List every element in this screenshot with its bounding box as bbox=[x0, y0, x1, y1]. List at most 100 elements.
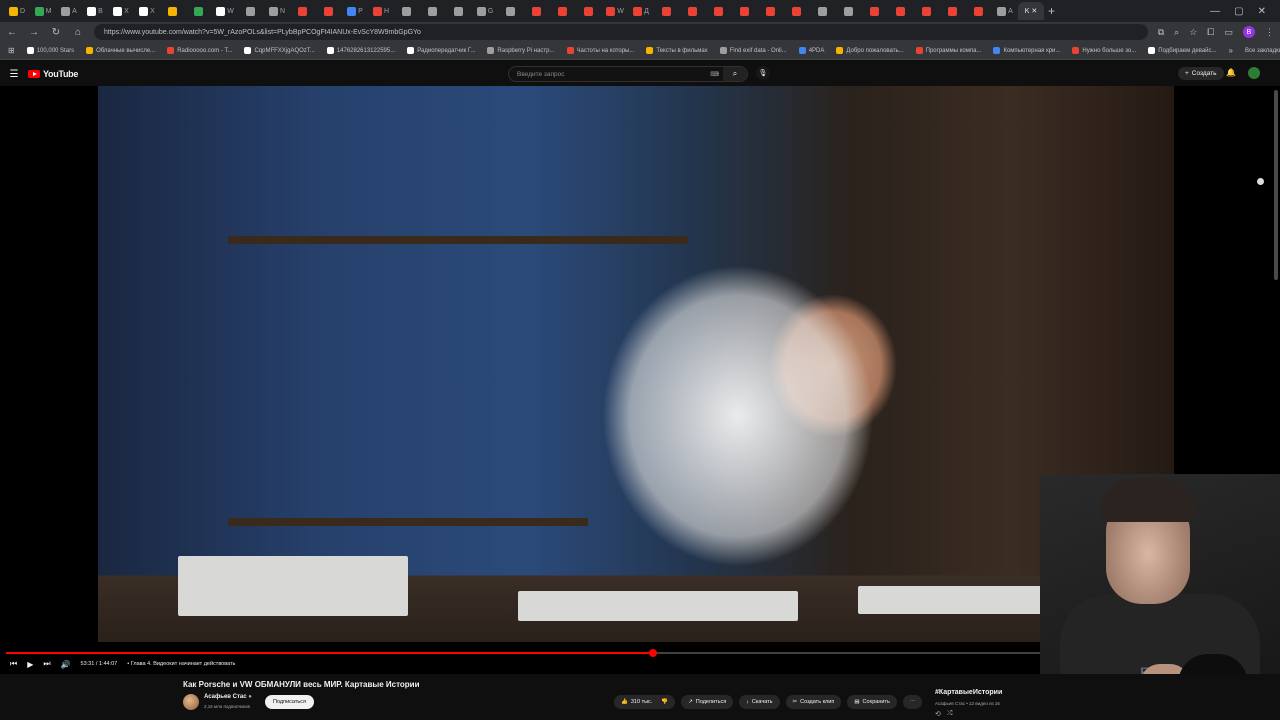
browser-tab[interactable] bbox=[940, 2, 966, 20]
browser-tab[interactable]: W bbox=[212, 2, 238, 20]
all-bookmarks[interactable]: Все закладки bbox=[1245, 48, 1280, 54]
notifications-bell-icon[interactable]: 🔔 bbox=[1226, 68, 1236, 77]
browser-tab-active[interactable]: K ✕ bbox=[1018, 2, 1044, 20]
search-box[interactable]: Введите запрос ⌨ ⌕ bbox=[508, 66, 748, 82]
browser-tab[interactable]: G bbox=[472, 2, 498, 20]
browser-tab[interactable]: X bbox=[134, 2, 160, 20]
shuffle-icon[interactable]: ⤮ bbox=[947, 710, 953, 718]
thumbs-down-icon[interactable]: 👎 bbox=[661, 699, 668, 705]
download-button[interactable]: ↓ Скачать bbox=[739, 695, 780, 709]
share-button[interactable]: ↗ Поделиться bbox=[681, 695, 734, 709]
browser-tab[interactable] bbox=[524, 2, 550, 20]
browser-tab[interactable]: W bbox=[602, 2, 628, 20]
chapter-title[interactable]: • Глава 4. Видеокит начинает действовать bbox=[127, 661, 235, 667]
bookmark-item[interactable]: 1476282613122595... bbox=[326, 47, 395, 54]
search-input[interactable]: Введите запрос bbox=[517, 71, 565, 78]
browser-tab[interactable] bbox=[498, 2, 524, 20]
play-icon[interactable]: ▶ bbox=[27, 660, 33, 669]
bookmark-item[interactable]: Radiooooo.com - T... bbox=[167, 47, 232, 54]
browser-tab[interactable]: P bbox=[342, 2, 368, 20]
bookmark-item[interactable]: Компьютерная кри... bbox=[993, 47, 1060, 54]
more-bookmarks-icon[interactable]: » bbox=[1229, 46, 1233, 55]
bookmark-item[interactable]: Программы компа... bbox=[915, 47, 981, 54]
more-button[interactable]: ⋯ bbox=[902, 695, 923, 709]
subscribe-button[interactable]: Подписаться bbox=[265, 695, 314, 709]
bookmark-star-icon[interactable]: ☆ bbox=[1189, 27, 1197, 38]
clip-button[interactable]: ✂ Создать клип bbox=[785, 695, 842, 709]
bookmark-item[interactable]: Find exif data - Onli... bbox=[719, 47, 787, 54]
home-icon[interactable]: ⌂ bbox=[72, 27, 84, 38]
save-button[interactable]: ▤ Сохранить bbox=[847, 695, 897, 709]
browser-tab[interactable]: Д bbox=[628, 2, 654, 20]
bookmark-item[interactable]: Нужно больше зо... bbox=[1072, 47, 1136, 54]
browser-tab[interactable] bbox=[732, 2, 758, 20]
browser-tab[interactable] bbox=[550, 2, 576, 20]
browser-tab[interactable] bbox=[784, 2, 810, 20]
new-tab-icon[interactable]: + bbox=[1048, 4, 1055, 18]
playlist-hashtag[interactable]: #КартавыеИстории bbox=[935, 689, 1002, 696]
bookmark-item[interactable]: 4PDA bbox=[798, 47, 824, 54]
browser-tab[interactable]: A bbox=[992, 2, 1018, 20]
browser-tab[interactable] bbox=[576, 2, 602, 20]
browser-tab[interactable] bbox=[160, 2, 186, 20]
browser-tab[interactable]: M bbox=[30, 2, 56, 20]
youtube-logo[interactable]: YouTube bbox=[28, 69, 78, 79]
channel-name[interactable]: Асафьев Стас ● bbox=[204, 694, 252, 700]
back-icon[interactable]: ← bbox=[6, 27, 18, 38]
browser-tab[interactable]: N bbox=[264, 2, 290, 20]
browser-tab[interactable] bbox=[446, 2, 472, 20]
browser-tab[interactable] bbox=[888, 2, 914, 20]
account-avatar[interactable] bbox=[1248, 67, 1260, 79]
loop-icon[interactable]: ⟲ bbox=[935, 710, 941, 718]
browser-tab[interactable] bbox=[680, 2, 706, 20]
apps-grid-icon[interactable]: ⊞ bbox=[8, 46, 15, 55]
bookmark-item[interactable]: Тексты в фильмах bbox=[646, 47, 708, 54]
reload-icon[interactable]: ↻ bbox=[50, 27, 62, 38]
extensions-icon[interactable]: ⧠ bbox=[1207, 27, 1214, 38]
browser-tab[interactable]: A bbox=[56, 2, 82, 20]
browser-tab[interactable]: H bbox=[368, 2, 394, 20]
volume-icon[interactable]: 🔊 bbox=[61, 660, 71, 669]
browser-tab[interactable] bbox=[758, 2, 784, 20]
browser-tab[interactable]: B bbox=[82, 2, 108, 20]
browser-tab[interactable] bbox=[654, 2, 680, 20]
bookmark-item[interactable]: Raspberry Pi настр... bbox=[487, 47, 555, 54]
bookmark-item[interactable]: 100,000 Stars bbox=[26, 47, 74, 54]
maximize-icon[interactable]: ▢ bbox=[1234, 6, 1243, 17]
previous-icon[interactable]: ⏮ bbox=[10, 659, 17, 669]
bookmark-item[interactable]: CqpMFFXXjgAQOzT... bbox=[244, 47, 315, 54]
browser-tab[interactable] bbox=[914, 2, 940, 20]
like-button[interactable]: 👍 310 тыс. 👎 bbox=[614, 695, 676, 709]
browser-tab[interactable] bbox=[186, 2, 212, 20]
browser-menu-icon[interactable]: ⋮ bbox=[1265, 27, 1274, 38]
next-icon[interactable]: ⏭ bbox=[43, 659, 50, 669]
browser-tab[interactable] bbox=[966, 2, 992, 20]
browser-tab[interactable] bbox=[810, 2, 836, 20]
browser-tab[interactable] bbox=[238, 2, 264, 20]
browser-tab[interactable] bbox=[706, 2, 732, 20]
bookmark-item[interactable]: Частоты на которы... bbox=[566, 47, 634, 54]
browser-tab[interactable] bbox=[290, 2, 316, 20]
install-app-icon[interactable]: ⧉ bbox=[1158, 27, 1164, 38]
bookmark-item[interactable]: Облачные вычисле... bbox=[86, 47, 155, 54]
close-tab-icon[interactable]: ✕ bbox=[1031, 7, 1037, 15]
profile-avatar[interactable]: B bbox=[1243, 26, 1255, 38]
browser-tab[interactable]: X bbox=[108, 2, 134, 20]
close-window-icon[interactable]: ✕ bbox=[1258, 6, 1266, 17]
bookmark-item[interactable]: Подбираем девайс... bbox=[1148, 47, 1217, 54]
bookmark-item[interactable]: Добро пожаловать... bbox=[836, 47, 904, 54]
create-button[interactable]: + Создать bbox=[1178, 67, 1224, 80]
search-button[interactable]: ⌕ bbox=[723, 67, 747, 81]
keyboard-icon[interactable]: ⌨ bbox=[710, 71, 719, 78]
browser-tab[interactable] bbox=[394, 2, 420, 20]
side-panel-icon[interactable]: ▭ bbox=[1224, 27, 1233, 38]
browser-tab[interactable] bbox=[420, 2, 446, 20]
menu-icon[interactable]: ☰ bbox=[0, 69, 28, 80]
browser-tab[interactable] bbox=[316, 2, 342, 20]
channel-avatar[interactable] bbox=[183, 694, 199, 710]
page-scrollbar[interactable] bbox=[1274, 90, 1278, 280]
forward-icon[interactable]: → bbox=[28, 27, 40, 38]
info-icon[interactable] bbox=[1257, 178, 1264, 185]
voice-search-button[interactable]: 🎙 bbox=[756, 66, 770, 80]
minimize-icon[interactable]: — bbox=[1210, 6, 1220, 17]
